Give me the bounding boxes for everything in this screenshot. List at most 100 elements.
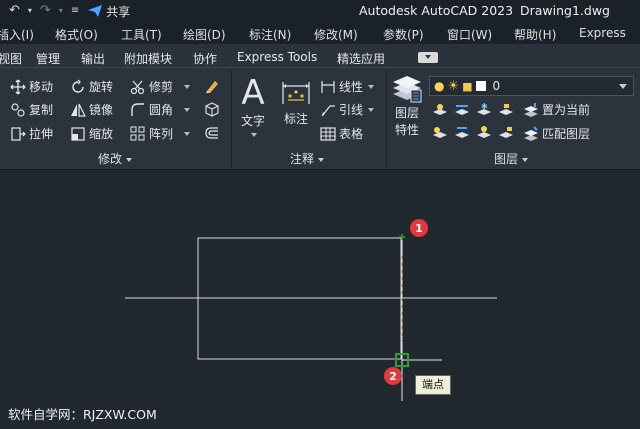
layer-sun-icon: ☀ bbox=[447, 78, 460, 94]
current-layer-name: 0 bbox=[492, 79, 501, 93]
set-current-button[interactable]: 置为当前 bbox=[523, 101, 590, 118]
menu-dimension[interactable]: 标注(N) bbox=[249, 26, 291, 43]
text-label: 文字 bbox=[241, 114, 266, 128]
layer-unlock-icon: ■ bbox=[462, 79, 473, 93]
layer-unlock-all-icon[interactable] bbox=[498, 125, 514, 141]
tab-featured-apps[interactable]: 精选应用 bbox=[337, 50, 385, 67]
layers-panel-expand-icon bbox=[522, 157, 529, 162]
layer-stack-icon bbox=[393, 76, 422, 103]
panel-separator bbox=[386, 70, 387, 168]
set-current-label: 置为当前 bbox=[542, 103, 591, 117]
copy-icon bbox=[11, 102, 25, 117]
trim-button[interactable]: 修剪 bbox=[130, 78, 191, 95]
mirror-button[interactable]: 镜像 bbox=[70, 101, 113, 118]
linear-button[interactable]: 线性 bbox=[320, 78, 375, 95]
array-dropdown-icon[interactable] bbox=[184, 131, 191, 136]
menu-help[interactable]: 帮助(H) bbox=[514, 26, 556, 43]
menu-modify[interactable]: 修改(M) bbox=[314, 26, 358, 43]
redo-icon[interactable]: ↷ bbox=[37, 0, 54, 22]
menu-format[interactable]: 格式(O) bbox=[55, 26, 98, 43]
erase-button[interactable] bbox=[204, 78, 220, 94]
stretch-label: 拉伸 bbox=[29, 127, 54, 141]
ribbon-minimize-button[interactable] bbox=[418, 52, 438, 63]
app-title: Autodesk AutoCAD 2023 bbox=[359, 3, 514, 18]
fillet-button[interactable]: 圆角 bbox=[130, 101, 191, 118]
fillet-dropdown-icon[interactable] bbox=[184, 107, 191, 112]
menu-insert[interactable]: 插入(I) bbox=[0, 26, 34, 43]
layer-tools-row-1: ✱ bbox=[432, 102, 514, 118]
leader-button[interactable]: 引线 bbox=[320, 101, 375, 118]
tab-view[interactable]: 视图 bbox=[0, 50, 22, 67]
menu-bar: 插入(I) 格式(O) 工具(T) 绘图(D) 标注(N) 修改(M) 参数(P… bbox=[0, 22, 640, 44]
watermark-text: 软件自学网：RJZXW.COM bbox=[8, 407, 157, 422]
offset-button[interactable] bbox=[204, 125, 220, 141]
file-name: Drawing1.dwg bbox=[520, 3, 610, 18]
layer-freeze-icon[interactable]: ✱ bbox=[476, 102, 492, 118]
step-marker-1: 1 bbox=[410, 219, 428, 237]
stretch-icon bbox=[11, 126, 26, 141]
dimension-button[interactable]: 标注 bbox=[280, 78, 312, 127]
layer-properties-label-1: 图层 bbox=[394, 106, 419, 120]
copy-label: 复制 bbox=[29, 103, 54, 117]
scale-button[interactable]: 缩放 bbox=[70, 125, 113, 142]
match-layer-button[interactable]: 匹配图层 bbox=[523, 125, 590, 142]
menu-draw[interactable]: 绘图(D) bbox=[183, 26, 226, 43]
layer-properties-label-2: 特性 bbox=[394, 123, 419, 137]
trim-icon bbox=[130, 80, 145, 94]
stretch-button[interactable]: 拉伸 bbox=[10, 125, 53, 142]
tab-collaborate[interactable]: 协作 bbox=[193, 50, 217, 67]
explode-button[interactable] bbox=[204, 101, 220, 117]
trim-dropdown-icon[interactable] bbox=[184, 84, 191, 89]
linear-dropdown-icon[interactable] bbox=[368, 84, 375, 89]
layer-thaw-icon[interactable] bbox=[476, 125, 492, 141]
annotation-panel-title[interactable]: 注释 bbox=[290, 150, 325, 168]
array-icon bbox=[130, 126, 145, 140]
tab-addins[interactable]: 附加模块 bbox=[124, 50, 172, 67]
move-button[interactable]: 移动 bbox=[10, 78, 53, 95]
undo-dropdown-icon[interactable]: ▾ bbox=[25, 0, 35, 22]
pencil-eraser-icon bbox=[206, 81, 218, 93]
leader-dropdown-icon[interactable] bbox=[368, 107, 375, 112]
tab-output[interactable]: 输出 bbox=[81, 50, 105, 67]
layer-walk-icon[interactable] bbox=[454, 125, 470, 141]
text-large-icon: A bbox=[241, 73, 265, 113]
annotation-panel-expand-icon bbox=[318, 157, 325, 162]
layer-on-off-icon[interactable] bbox=[432, 102, 448, 118]
quick-access-toolbar: ↶ ▾ ↷ ▾ ≡ bbox=[0, 0, 82, 22]
layer-isolate-icon[interactable] bbox=[454, 102, 470, 118]
layer-light-icon[interactable] bbox=[432, 125, 448, 141]
text-dropdown-icon[interactable] bbox=[251, 133, 257, 137]
snap-tooltip: 端点 bbox=[415, 375, 451, 395]
modify-panel-expand-icon bbox=[126, 157, 133, 162]
modify-panel-title[interactable]: 修改 bbox=[98, 150, 133, 168]
layers-panel-title[interactable]: 图层 bbox=[494, 150, 529, 168]
trim-label: 修剪 bbox=[149, 80, 174, 94]
text-button[interactable]: A 文字 bbox=[241, 76, 265, 137]
layer-dropdown[interactable]: ● ☀ ■ 0 bbox=[429, 76, 634, 96]
tab-express-tools[interactable]: Express Tools bbox=[237, 50, 317, 64]
copy-button[interactable]: 复制 bbox=[10, 101, 53, 118]
share-button[interactable]: 共享 bbox=[88, 3, 130, 20]
undo-icon[interactable]: ↶ bbox=[6, 0, 23, 22]
dimension-label: 标注 bbox=[283, 112, 308, 126]
layer-properties-button[interactable]: 图层 特性 bbox=[391, 76, 423, 138]
snap-marker-top-icon bbox=[399, 234, 405, 240]
cube-icon bbox=[205, 102, 219, 117]
customize-qa-icon[interactable]: ≡ bbox=[68, 0, 82, 22]
title-bar: ↶ ▾ ↷ ▾ ≡ 共享 Autodesk AutoCAD 2023 Drawi… bbox=[0, 0, 640, 22]
menu-window[interactable]: 窗口(W) bbox=[447, 26, 492, 43]
tab-manage[interactable]: 管理 bbox=[36, 50, 60, 67]
menu-parametric[interactable]: 参数(P) bbox=[383, 26, 424, 43]
menu-tools[interactable]: 工具(T) bbox=[121, 26, 162, 43]
rotate-button[interactable]: 旋转 bbox=[70, 78, 113, 95]
redo-dropdown-icon[interactable]: ▾ bbox=[56, 0, 66, 22]
scale-label: 缩放 bbox=[89, 127, 114, 141]
table-button[interactable]: 表格 bbox=[320, 125, 363, 142]
array-button[interactable]: 阵列 bbox=[130, 125, 191, 142]
share-label: 共享 bbox=[106, 4, 131, 19]
layer-lock-icon[interactable] bbox=[498, 102, 514, 118]
dimension-icon bbox=[282, 82, 310, 104]
layer-dropdown-arrow-icon bbox=[619, 84, 627, 89]
menu-express[interactable]: Express bbox=[579, 26, 626, 40]
leader-label: 引线 bbox=[339, 103, 364, 117]
